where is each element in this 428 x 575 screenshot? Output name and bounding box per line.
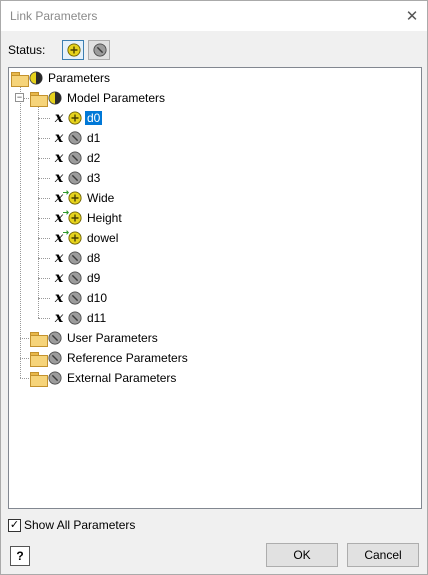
mixed-status-icon xyxy=(48,91,62,105)
tree-item-d10[interactable]: x d10 xyxy=(52,288,109,308)
unlinked-status-icon xyxy=(93,43,107,57)
tree-item-external-parameters[interactable]: External Parameters xyxy=(30,368,178,388)
title-bar: Link Parameters ✕ xyxy=(1,1,427,31)
model-parameter-icon: x xyxy=(54,290,64,306)
model-parameter-icon: x xyxy=(54,250,64,266)
parameters-tree[interactable]: Parameters Model Parameters − x d0 x d1 x d2 x d3 x… xyxy=(8,67,422,509)
tree-item-d1[interactable]: x d1 xyxy=(52,128,102,148)
tree-item-d3[interactable]: x d3 xyxy=(52,168,102,188)
tree-item-label: dowel xyxy=(87,231,119,245)
unlinked-status-icon xyxy=(48,371,62,385)
tree-item-label: d9 xyxy=(87,271,101,285)
linked-status-icon xyxy=(68,111,82,125)
show-all-label: Show All Parameters xyxy=(24,518,136,532)
dialog-title: Link Parameters xyxy=(10,9,98,23)
tree-item-label: d11 xyxy=(87,311,107,325)
model-parameter-icon: x xyxy=(54,270,64,286)
linked-status-icon xyxy=(68,211,82,225)
unlinked-status-icon xyxy=(68,271,82,285)
linked-status-button[interactable] xyxy=(62,40,84,60)
linked-status-icon xyxy=(67,43,81,57)
unlinked-status-icon xyxy=(68,291,82,305)
tree-item-d9[interactable]: x d9 xyxy=(52,268,102,288)
tree-connector xyxy=(38,218,50,219)
tree-item-d0[interactable]: x d0 xyxy=(52,108,103,128)
link-parameters-dialog: Link Parameters ✕ Status: Parameters Mode… xyxy=(0,0,428,575)
user-parameter-icon: x xyxy=(52,231,66,245)
model-parameter-icon: x xyxy=(54,310,64,326)
tree-connector xyxy=(20,358,29,359)
folder-icon xyxy=(30,351,48,367)
tree-item-user-parameters[interactable]: User Parameters xyxy=(30,328,160,348)
tree-item-label: External Parameters xyxy=(67,371,177,385)
close-button[interactable]: ✕ xyxy=(397,1,427,31)
tree-connector xyxy=(20,103,21,378)
tree-item-d11[interactable]: x d11 xyxy=(52,308,108,328)
tree-connector xyxy=(20,378,29,379)
folder-icon xyxy=(30,371,48,387)
help-button[interactable]: ? xyxy=(10,546,30,566)
tree-item-label: Model Parameters xyxy=(67,91,166,105)
linked-status-icon xyxy=(68,231,82,245)
unlinked-status-icon xyxy=(68,131,82,145)
model-parameter-icon: x xyxy=(54,110,64,126)
collapse-expander[interactable]: − xyxy=(15,93,24,102)
tree-connector xyxy=(38,238,50,239)
model-parameter-icon: x xyxy=(54,170,64,186)
unlinked-status-icon xyxy=(68,171,82,185)
tree-connector xyxy=(24,98,29,99)
user-parameter-icon: x xyxy=(52,211,66,225)
tree-item-label: d3 xyxy=(87,171,101,185)
tree-item-parameters[interactable]: Parameters xyxy=(11,68,112,88)
tree-item-reference-parameters[interactable]: Reference Parameters xyxy=(30,348,190,368)
tree-item-label: d2 xyxy=(87,151,101,165)
status-label: Status: xyxy=(8,43,46,57)
tree-item-label: Parameters xyxy=(48,71,111,85)
tree-item-label: d1 xyxy=(87,131,101,145)
model-parameter-icon: x xyxy=(54,130,64,146)
mixed-status-icon xyxy=(29,71,43,85)
show-all-checkbox[interactable]: ✓ xyxy=(8,518,21,532)
unlinked-status-button[interactable] xyxy=(88,40,110,60)
tree-connector xyxy=(38,158,50,159)
folder-icon xyxy=(30,91,48,107)
tree-item-label: Wide xyxy=(87,191,115,205)
tree-item-label: d10 xyxy=(87,291,108,305)
tree-item-label: User Parameters xyxy=(67,331,158,345)
unlinked-status-icon xyxy=(68,151,82,165)
tree-item-height[interactable]: x Height xyxy=(52,208,124,228)
tree-connector xyxy=(38,118,50,119)
tree-connector xyxy=(38,107,39,318)
cancel-button[interactable]: Cancel xyxy=(347,543,419,567)
tree-connector xyxy=(20,338,29,339)
model-parameter-icon: x xyxy=(54,150,64,166)
unlinked-status-icon xyxy=(68,311,82,325)
user-parameter-icon: x xyxy=(52,191,66,205)
tree-item-wide[interactable]: x Wide xyxy=(52,188,116,208)
tree-item-dowel[interactable]: x dowel xyxy=(52,228,120,248)
tree-item-label: Reference Parameters xyxy=(67,351,188,365)
tree-item-label: d8 xyxy=(87,251,101,265)
folder-icon xyxy=(30,331,48,347)
unlinked-status-icon xyxy=(68,251,82,265)
tree-item-model-parameters[interactable]: Model Parameters xyxy=(30,88,167,108)
ok-button[interactable]: OK xyxy=(266,543,338,567)
unlinked-status-icon xyxy=(48,351,62,365)
unlinked-status-icon xyxy=(48,331,62,345)
tree-connector xyxy=(38,318,50,319)
show-all-parameters[interactable]: ✓ Show All Parameters xyxy=(8,517,135,533)
tree-item-label: Height xyxy=(87,211,122,225)
tree-item-d2[interactable]: x d2 xyxy=(52,148,102,168)
tree-connector xyxy=(38,178,50,179)
tree-connector xyxy=(38,298,50,299)
tree-connector xyxy=(38,198,50,199)
linked-status-icon xyxy=(68,191,82,205)
tree-connector xyxy=(38,258,50,259)
folder-icon xyxy=(11,71,29,87)
tree-connector xyxy=(20,87,21,92)
tree-item-d8[interactable]: x d8 xyxy=(52,248,102,268)
tree-connector xyxy=(38,138,50,139)
tree-item-label: d0 xyxy=(85,111,103,125)
tree-connector xyxy=(38,278,50,279)
